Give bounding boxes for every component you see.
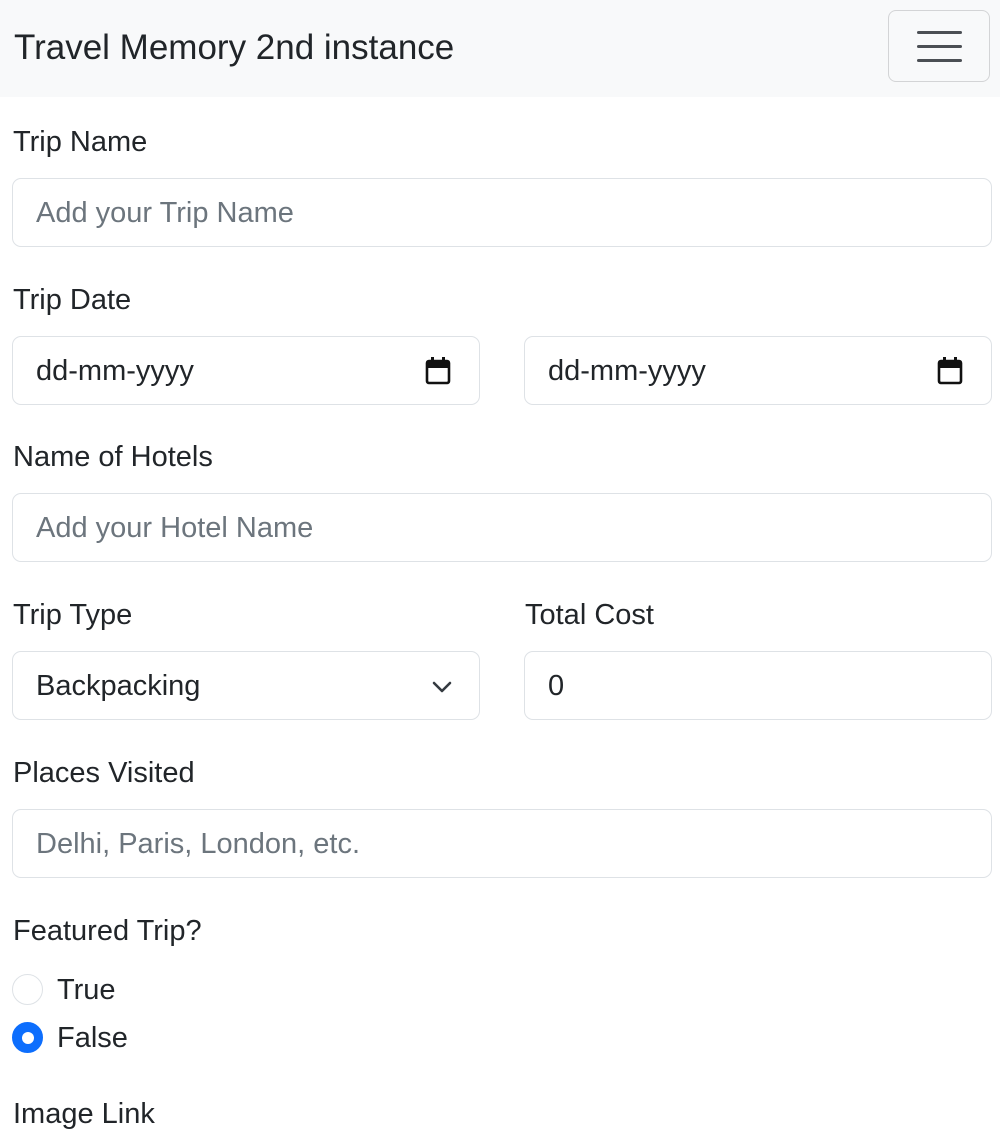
trip-type-select[interactable]: Backpacking: [12, 651, 480, 720]
trip-name-placeholder: Add your Trip Name: [36, 197, 294, 229]
featured-trip-label: Featured Trip?: [13, 915, 202, 947]
trip-type-label: Trip Type: [13, 599, 133, 631]
navbar-toggler-button[interactable]: [888, 10, 990, 82]
calendar-icon[interactable]: [937, 357, 963, 385]
image-link-label: Image Link: [13, 1098, 155, 1130]
trip-date-label: Trip Date: [13, 284, 132, 316]
places-visited-placeholder: Delhi, Paris, London, etc.: [36, 828, 361, 860]
trip-end-date-input[interactable]: dd-mm-yyyy: [524, 336, 992, 405]
trip-name-label: Trip Name: [13, 126, 148, 158]
start-date-placeholder: dd-mm-yyyy: [36, 355, 194, 387]
trip-name-input[interactable]: Add your Trip Name: [12, 178, 992, 247]
hotel-name-input[interactable]: Add your Hotel Name: [12, 493, 992, 562]
featured-true-radio[interactable]: [12, 974, 43, 1005]
navbar: Travel Memory 2nd instance: [0, 0, 1000, 97]
chevron-down-icon: [432, 681, 452, 693]
places-visited-input[interactable]: Delhi, Paris, London, etc.: [12, 809, 992, 878]
featured-true-label[interactable]: True: [57, 970, 116, 1010]
hotels-label: Name of Hotels: [13, 441, 213, 473]
featured-false-radio[interactable]: [12, 1022, 43, 1053]
trip-type-selected: Backpacking: [36, 670, 201, 702]
total-cost-input[interactable]: 0: [524, 651, 992, 720]
calendar-icon[interactable]: [425, 357, 451, 385]
hotel-name-placeholder: Add your Hotel Name: [36, 512, 314, 544]
total-cost-value: 0: [548, 670, 565, 702]
total-cost-label: Total Cost: [525, 599, 654, 631]
featured-false-label[interactable]: False: [57, 1018, 128, 1058]
navbar-brand[interactable]: Travel Memory 2nd instance: [14, 24, 454, 72]
end-date-placeholder: dd-mm-yyyy: [548, 355, 706, 387]
places-visited-label: Places Visited: [13, 757, 195, 789]
trip-start-date-input[interactable]: dd-mm-yyyy: [12, 336, 480, 405]
